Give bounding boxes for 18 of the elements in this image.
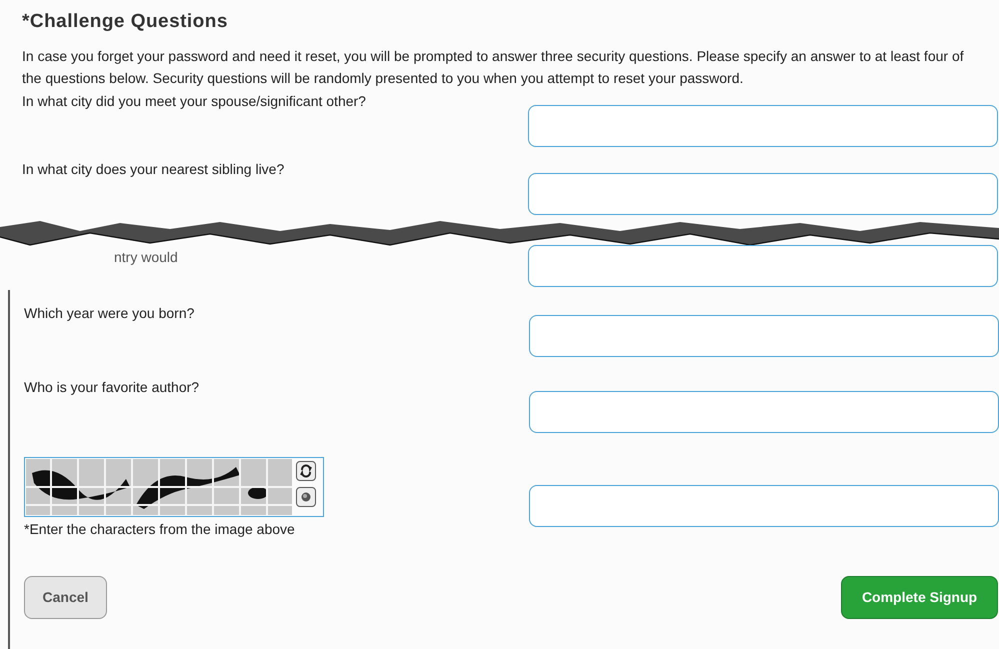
complete-signup-button[interactable]: Complete Signup [841, 576, 998, 618]
answer-field[interactable] [529, 390, 999, 432]
question-label: In what city did you meet your spouse/significant other? [22, 92, 366, 111]
answer-field[interactable] [529, 314, 999, 356]
answer-field[interactable] [528, 172, 998, 214]
answer-field[interactable] [528, 244, 998, 286]
speaker-icon[interactable] [296, 486, 316, 506]
question-label: Which year were you born? [24, 304, 194, 323]
answer-field[interactable] [529, 484, 999, 526]
question-label: ntry would [113, 248, 178, 267]
intro-text: In case you forget your password and need it reset, you will be prompted to answer three security questions. Please specify an answer to at least four of the questions below. Security questions will be randomly presented to you when you attempt to reset your password. [22, 46, 965, 88]
question-label: In what city does your nearest sibling live? [22, 160, 284, 179]
question-label: Who is your favorite author? [24, 378, 200, 397]
refresh-icon[interactable] [296, 460, 316, 480]
section-title: *Challenge Questions [22, 10, 229, 34]
captcha-hint: *Enter the characters from the image above [24, 520, 296, 539]
answer-field[interactable] [528, 104, 998, 146]
cancel-button[interactable]: Cancel [24, 576, 107, 618]
